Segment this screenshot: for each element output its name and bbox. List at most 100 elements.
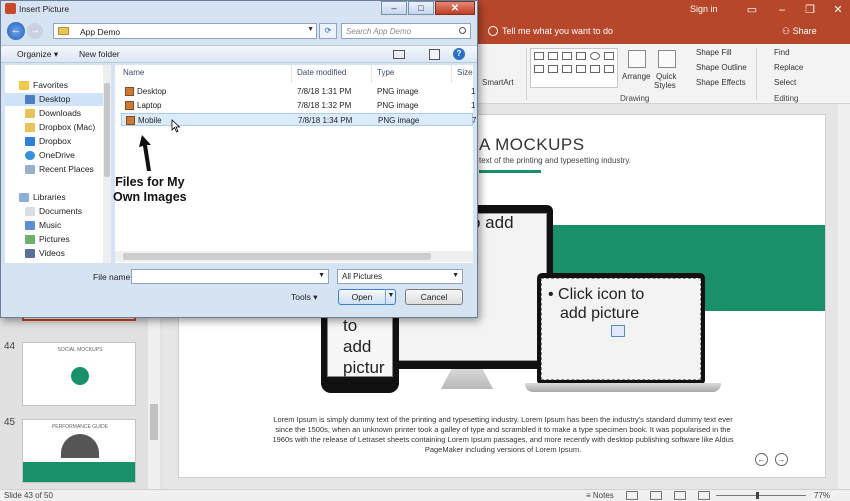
nav-dropbox[interactable]: Dropbox — [5, 135, 103, 148]
scrollbar-thumb[interactable] — [150, 404, 158, 440]
file-type-filter[interactable]: All Pictures ▼ — [337, 269, 463, 284]
slideshow-icon[interactable] — [698, 491, 710, 500]
shape-line-icon[interactable] — [548, 52, 558, 60]
nav-label: Videos — [39, 248, 65, 258]
shape-curve-icon[interactable] — [562, 65, 572, 73]
nav-desktop[interactable]: Desktop — [5, 93, 103, 106]
shape-callout-icon[interactable] — [604, 65, 614, 73]
new-folder-button[interactable]: New folder — [79, 49, 120, 59]
file-name-input[interactable]: ▼ — [131, 269, 329, 284]
tell-me-search[interactable]: Tell me what you want to do — [488, 26, 613, 36]
arrange-button[interactable]: Arrange — [622, 72, 650, 81]
quick-styles-label-1[interactable]: Quick — [656, 72, 676, 81]
chevron-down-icon[interactable]: ▼ — [452, 272, 459, 279]
file-row-laptop[interactable]: Laptop 7/8/18 1:32 PM PNG image 1 — [121, 99, 475, 112]
file-row-desktop[interactable]: Desktop 7/8/18 1:31 PM PNG image 1 — [121, 85, 475, 98]
nav-favorites[interactable]: Favorites — [5, 79, 103, 92]
shape-rectangle-icon[interactable] — [534, 52, 544, 60]
shape-brace-icon[interactable] — [590, 65, 600, 73]
quick-styles-label-2[interactable]: Styles — [654, 81, 676, 90]
sign-in-link[interactable]: Sign in — [690, 4, 718, 14]
dialog-close-icon[interactable]: ✕ — [435, 1, 475, 15]
shape-outline-button[interactable]: Shape Outline — [696, 63, 747, 72]
column-date[interactable]: Date modified — [297, 68, 346, 77]
select-button[interactable]: Select — [774, 78, 796, 87]
column-name[interactable]: Name — [123, 68, 144, 77]
ribbon-display-icon[interactable]: ▭ — [736, 0, 768, 20]
address-bar[interactable]: App Demo ▼ — [53, 23, 317, 39]
shape-square-icon[interactable] — [604, 52, 614, 60]
normal-view-icon[interactable] — [626, 491, 638, 500]
slide-title[interactable]: A MOCKUPS — [479, 135, 585, 155]
forward-arrow-icon[interactable]: → — [27, 23, 43, 39]
zoom-slider[interactable] — [716, 495, 806, 496]
notes-label: Notes — [592, 491, 614, 500]
zoom-level[interactable]: 77% — [814, 491, 830, 500]
replace-button[interactable]: Replace — [774, 63, 803, 72]
canvas-scrollbar[interactable] — [838, 104, 850, 489]
share-label: Share — [792, 26, 817, 36]
help-icon[interactable]: ? — [453, 48, 465, 60]
onedrive-cloud-icon — [25, 151, 35, 160]
shapes-gallery[interactable] — [530, 48, 618, 88]
nav-music[interactable]: Music — [5, 219, 103, 232]
organize-button[interactable]: Organize ▾ — [17, 49, 58, 60]
downloads-folder-icon — [25, 109, 35, 118]
shape-star-icon[interactable] — [576, 65, 586, 73]
shape-triangle-icon[interactable] — [534, 65, 544, 73]
shape-arrow-icon[interactable] — [562, 52, 572, 60]
shape-effects-button[interactable]: Shape Effects — [696, 78, 746, 87]
scrollbar-thumb[interactable] — [104, 83, 110, 177]
share-button[interactable]: ⚇ Share — [782, 26, 817, 37]
back-arrow-icon[interactable]: ← — [7, 22, 25, 40]
chevron-down-icon[interactable]: ▼ — [318, 272, 325, 279]
dialog-titlebar[interactable]: Insert Picture – □ ✕ — [1, 1, 477, 17]
nav-libraries[interactable]: Libraries — [5, 191, 103, 204]
notes-button[interactable]: ≡ Notes — [586, 491, 614, 500]
column-size[interactable]: Size — [457, 68, 473, 77]
annotation-line-1: Files for My — [115, 175, 185, 189]
arrange-icon[interactable] — [628, 50, 646, 68]
change-view-icon[interactable] — [393, 50, 405, 59]
nav-dropbox-mac[interactable]: Dropbox (Mac) — [5, 121, 103, 134]
chevron-down-icon[interactable]: ▼ — [307, 26, 314, 33]
body-text[interactable]: Lorem Ipsum is simply dummy text of the … — [267, 415, 739, 455]
slide-thumbnail-44[interactable]: SOCIAL MOCKUPS — [22, 342, 136, 406]
search-icon[interactable] — [459, 27, 466, 34]
scrollbar-thumb[interactable] — [123, 253, 431, 260]
nav-recent-places[interactable]: Recent Places — [5, 163, 103, 176]
refresh-icon[interactable]: ⟳ — [319, 23, 337, 39]
nav-downloads[interactable]: Downloads — [5, 107, 103, 120]
zoom-slider-knob[interactable] — [756, 492, 759, 499]
nav-onedrive[interactable]: OneDrive — [5, 149, 103, 162]
slide-sorter-icon[interactable] — [650, 491, 662, 500]
shape-oval-icon[interactable] — [590, 52, 600, 60]
tools-button[interactable]: Tools ▾ — [291, 292, 317, 303]
file-date: 7/8/18 1:32 PM — [297, 101, 352, 110]
preview-pane-icon[interactable] — [429, 49, 440, 60]
nav-pictures[interactable]: Pictures — [5, 233, 103, 246]
shape-fill-button[interactable]: Shape Fill — [696, 48, 732, 57]
dialog-minimize-icon[interactable]: – — [381, 1, 407, 15]
slide-thumbnail-45[interactable]: PERFORMANCE GUIDE — [22, 419, 136, 483]
nav-documents[interactable]: Documents — [5, 205, 103, 218]
horizontal-scrollbar[interactable] — [115, 251, 473, 262]
reading-view-icon[interactable] — [674, 491, 686, 500]
desktop-icon — [25, 95, 35, 104]
insert-picture-icon[interactable] — [611, 325, 625, 337]
slide-subtitle[interactable]: text of the printing and typesetting ind… — [479, 156, 631, 165]
nav-scrollbar[interactable] — [103, 65, 111, 263]
find-button[interactable]: Find — [774, 48, 790, 57]
smartart-button[interactable]: SmartArt — [482, 78, 514, 87]
shape-bracket-icon[interactable] — [548, 65, 558, 73]
quick-styles-icon[interactable] — [658, 50, 676, 68]
open-dropdown-icon[interactable]: ▼ — [385, 289, 396, 305]
cancel-button[interactable]: Cancel — [405, 289, 463, 305]
shape-box-icon[interactable] — [576, 52, 586, 60]
dialog-maximize-icon[interactable]: □ — [408, 1, 434, 15]
close-icon[interactable]: ✕ — [822, 0, 850, 20]
nav-videos[interactable]: Videos — [5, 247, 103, 260]
column-type[interactable]: Type — [377, 68, 394, 77]
nav-label: Pictures — [39, 234, 70, 244]
search-input[interactable]: Search App Demo — [341, 23, 471, 39]
